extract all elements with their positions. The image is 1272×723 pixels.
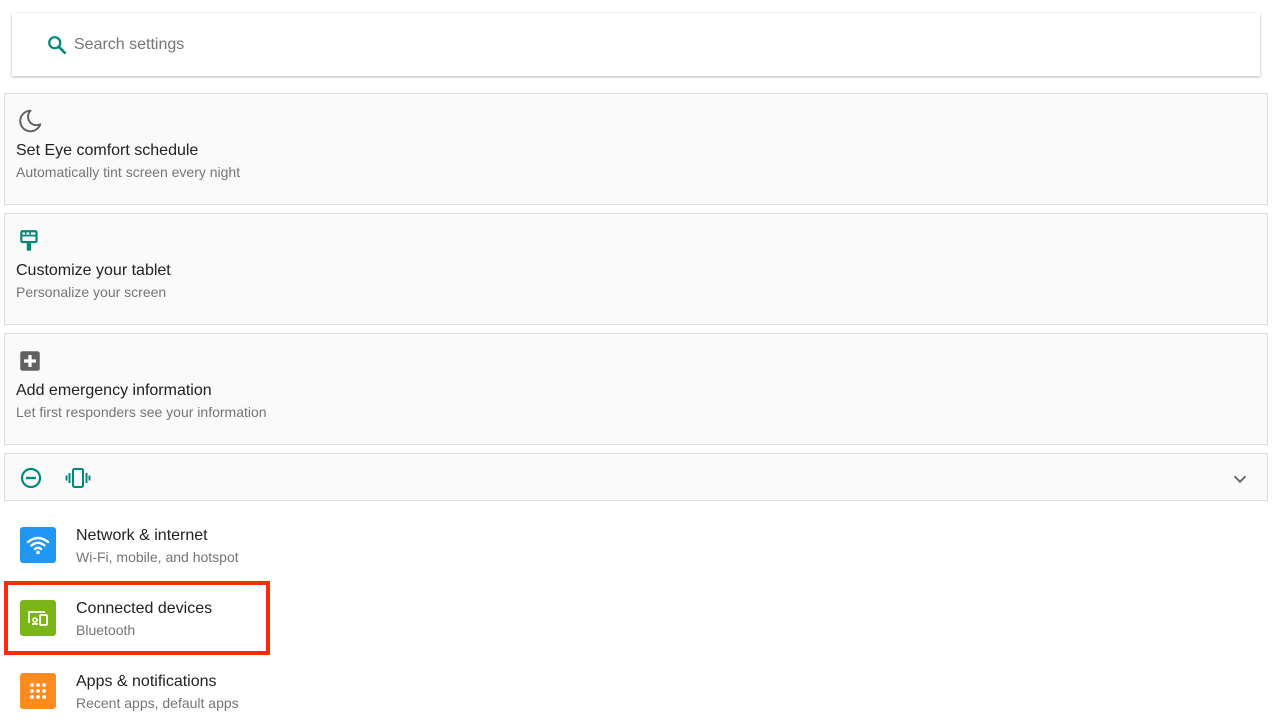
settings-item-subtitle: Recent apps, default apps [76,695,239,711]
suggestion-title: Customize your tablet [16,262,171,279]
paintbrush-icon [20,230,38,251]
suggestion-subtitle: Let first responders see your informatio… [16,404,267,420]
moon-icon [19,109,42,133]
conditions-bar[interactable] [4,453,1268,501]
chevron-down-icon[interactable] [1229,468,1251,490]
search-icon [48,36,67,55]
settings-item-icon-tile [20,600,56,636]
settings-screen: Set Eye comfort schedule Automatically t… [0,0,1272,723]
settings-item-title: Apps & notifications [76,673,217,690]
suggestion-emergency-info[interactable]: Add emergency information Let first resp… [4,333,1268,445]
suggestion-subtitle: Automatically tint screen every night [16,164,241,180]
medical-plus-icon [20,351,40,371]
settings-item-title: Network & internet [76,527,208,544]
suggestion-title: Set Eye comfort schedule [16,142,199,159]
wifi-icon [26,536,50,555]
search-bar[interactable] [12,13,1260,76]
settings-item-icon-tile [20,673,56,709]
vibrate-icon[interactable] [65,466,91,490]
suggestion-customize-tablet[interactable]: Customize your tablet Personalize your s… [4,213,1268,325]
settings-item-subtitle: Bluetooth [76,622,136,638]
suggestion-eye-comfort[interactable]: Set Eye comfort schedule Automatically t… [4,93,1268,205]
devices-icon [28,611,48,626]
suggestion-subtitle: Personalize your screen [16,284,167,300]
settings-item-subtitle: Wi-Fi, mobile, and hotspot [76,549,239,565]
settings-item-title: Connected devices [76,600,213,617]
settings-item-icon-tile [20,527,56,563]
apps-grid-icon [30,683,46,699]
settings-item-apps[interactable]: Apps & notifications Recent apps, defaul… [0,656,1272,723]
search-input[interactable] [74,31,1174,59]
do-not-disturb-icon[interactable] [19,466,43,490]
settings-item-connected-devices[interactable]: Connected devices Bluetooth [0,583,1272,656]
suggestion-title: Add emergency information [16,382,212,399]
settings-item-network[interactable]: Network & internet Wi-Fi, mobile, and ho… [0,510,1272,583]
